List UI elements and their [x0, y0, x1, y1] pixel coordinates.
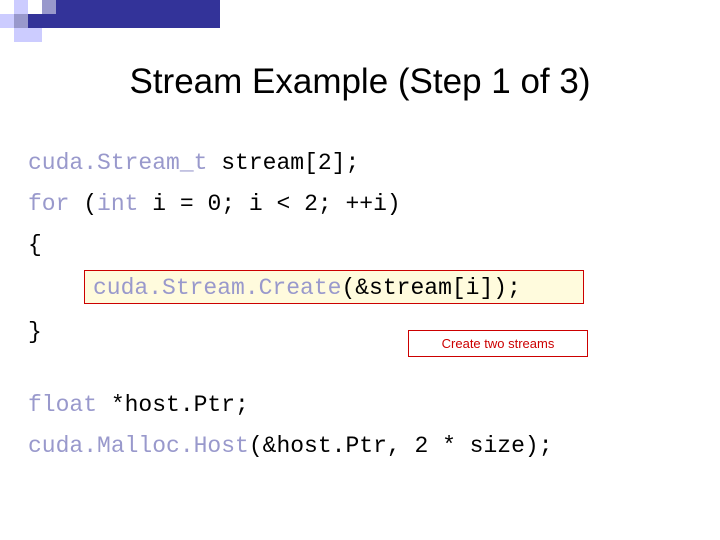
code-line: cuda.Malloc.Host(&host.Ptr, 2 * size); [28, 426, 698, 467]
highlighted-code-text: cuda.Stream.Create(&stream[i]); [93, 274, 521, 302]
decoration-block [14, 14, 28, 28]
decoration-block [0, 0, 14, 14]
code-line: { [28, 225, 698, 266]
code-token: float [28, 392, 98, 418]
code-token: { [28, 232, 42, 258]
decoration-block [0, 14, 14, 28]
page-title: Stream Example (Step 1 of 3) [129, 62, 591, 101]
code-block-top: cuda.Stream_t stream[2]; for (int i = 0; … [28, 143, 698, 266]
decoration-block [28, 0, 42, 14]
code-block-close: } [28, 312, 698, 353]
code-token: ( [83, 191, 98, 217]
code-line: float *host.Ptr; [28, 385, 698, 426]
code-token: int [97, 191, 139, 217]
callout-label: Create two streams [441, 336, 555, 351]
code-line: cuda.Stream_t stream[2]; [28, 143, 698, 184]
decoration-block [14, 28, 42, 42]
decoration-block [0, 28, 14, 42]
decoration-block [28, 14, 220, 28]
decoration-block [56, 0, 220, 14]
decoration-block [42, 0, 56, 14]
code-token: i = 0; i < 2; ++i) [138, 191, 401, 217]
code-line: for (int i = 0; i < 2; ++i) [28, 184, 698, 225]
code-token: *host.Ptr; [97, 392, 249, 418]
code-token: } [28, 319, 42, 345]
code-token: (&host.Ptr, 2 * size); [248, 433, 553, 459]
decoration-block [14, 0, 28, 14]
highlighted-code-line: cuda.Stream.Create(&stream[i]); [84, 270, 584, 304]
corner-decoration [0, 0, 220, 42]
decoration-block [42, 28, 220, 42]
code-line: } [28, 312, 698, 353]
code-token: stream[2]; [207, 150, 360, 176]
code-token: cuda.Malloc.Host [28, 433, 249, 459]
code-token: cuda.Stream.Create [93, 275, 342, 301]
code-token: for [28, 191, 84, 217]
callout-box: Create two streams [408, 330, 588, 357]
code-block-bottom: float *host.Ptr; cuda.Malloc.Host(&host.P… [28, 385, 698, 467]
code-token: cuda.Stream_t [28, 150, 208, 176]
code-token: (&stream[i]); [341, 275, 521, 301]
